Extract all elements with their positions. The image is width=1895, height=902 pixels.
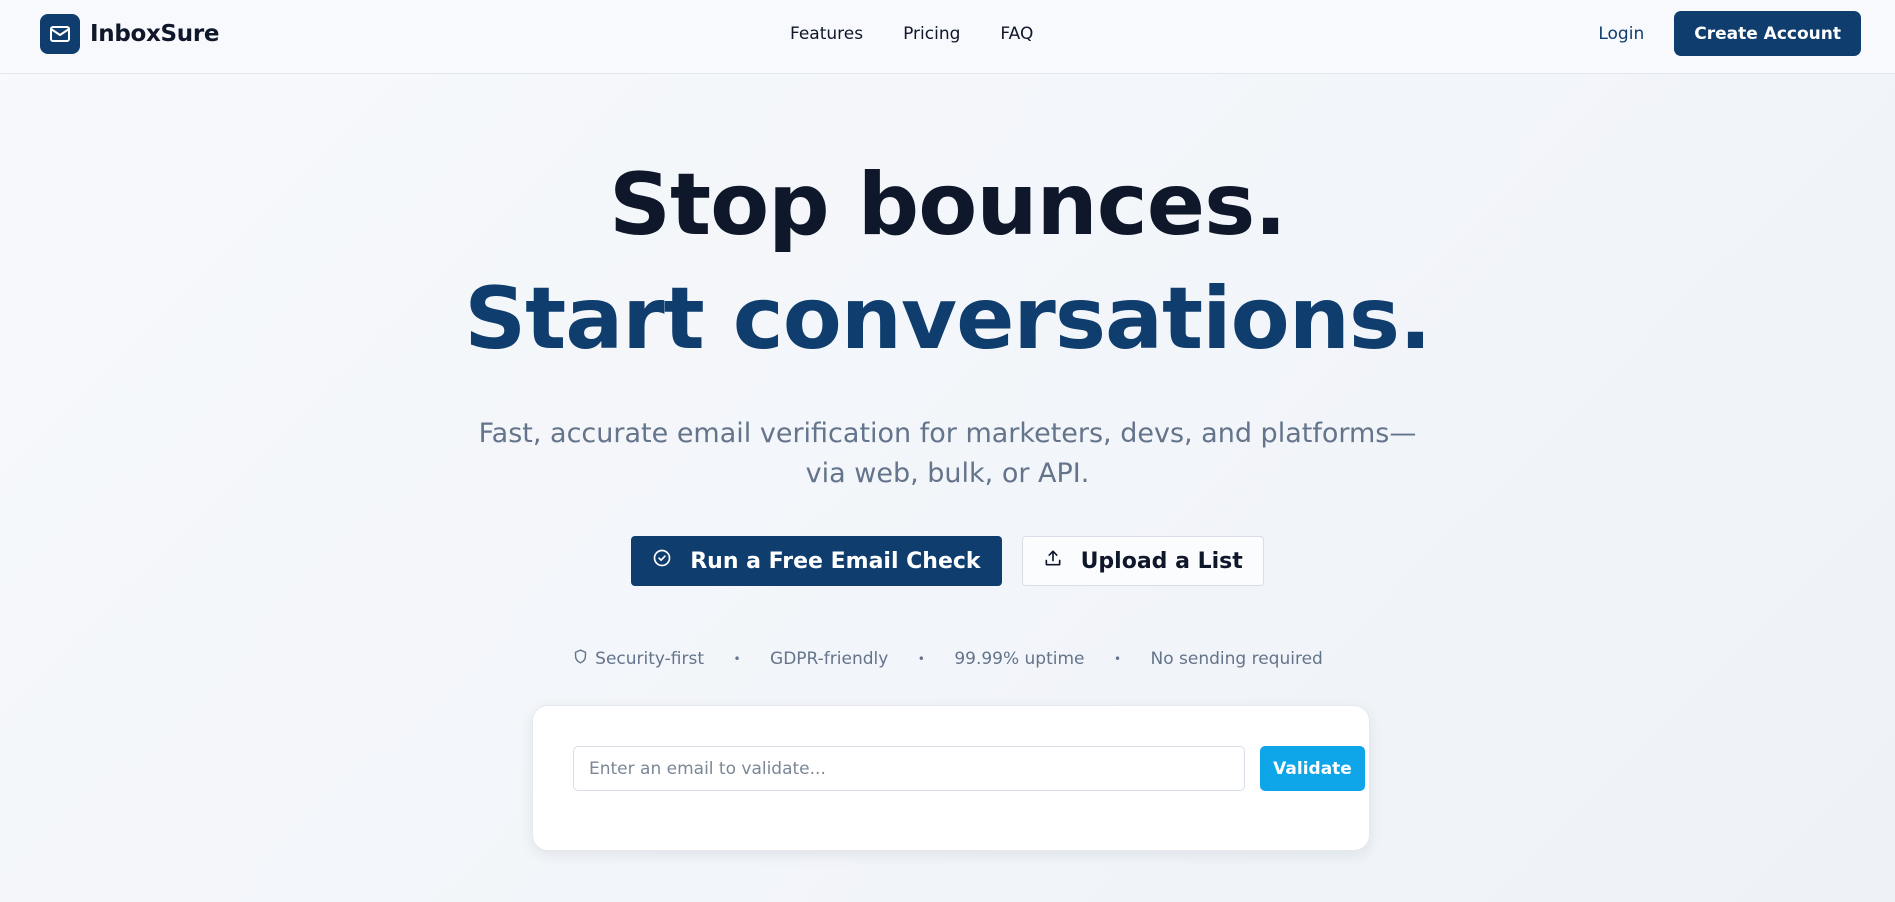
- upload-list-label: Upload a List: [1080, 548, 1243, 574]
- login-link[interactable]: Login: [1598, 24, 1644, 44]
- top-nav: InboxSure Features Pricing FAQ Login Cre…: [0, 0, 1895, 74]
- brand-name: InboxSure: [90, 21, 220, 47]
- check-circle-icon: [652, 548, 672, 574]
- hero: Stop bounces. Start conversations. Fast,…: [0, 148, 1895, 670]
- brand[interactable]: InboxSure: [40, 14, 220, 54]
- trust-item-gdpr: GDPR-friendly: [770, 649, 889, 669]
- upload-list-button[interactable]: Upload a List: [1021, 536, 1264, 586]
- nav-link-features[interactable]: Features: [790, 24, 863, 44]
- validator-card: Validate: [532, 705, 1370, 851]
- nav-actions: Login Create Account: [1598, 11, 1861, 56]
- run-free-check-label: Run a Free Email Check: [690, 548, 981, 574]
- nav-links: Features Pricing FAQ: [790, 24, 1033, 44]
- validate-button[interactable]: Validate: [1260, 746, 1365, 791]
- cta-row: Run a Free Email Check Upload a List: [0, 536, 1895, 586]
- trust-item-no-sending: No sending required: [1150, 649, 1323, 669]
- mail-icon: [40, 14, 80, 54]
- upload-icon: [1043, 548, 1063, 574]
- nav-link-pricing[interactable]: Pricing: [903, 24, 960, 44]
- trust-text-security: Security-first: [595, 649, 705, 669]
- headline-line-2: Start conversations.: [464, 269, 1432, 369]
- separator-dot: •: [1113, 652, 1122, 666]
- shield-icon: [572, 648, 589, 670]
- trust-badges: Security-first • GDPR-friendly • 99.99% …: [0, 648, 1895, 670]
- separator-dot: •: [733, 652, 741, 666]
- trust-item-uptime: 99.99% uptime: [954, 649, 1085, 669]
- headline-line-1: Stop bounces.: [609, 155, 1287, 255]
- hero-subtitle: Fast, accurate email verification for ma…: [478, 418, 1417, 489]
- create-account-button[interactable]: Create Account: [1674, 11, 1861, 56]
- separator-dot: •: [917, 652, 925, 666]
- run-free-check-button[interactable]: Run a Free Email Check: [631, 536, 1002, 586]
- email-input[interactable]: [573, 746, 1245, 791]
- nav-link-faq[interactable]: FAQ: [1000, 24, 1033, 44]
- trust-item-security: Security-first: [572, 648, 704, 670]
- hero-headline: Stop bounces. Start conversations.: [0, 148, 1895, 376]
